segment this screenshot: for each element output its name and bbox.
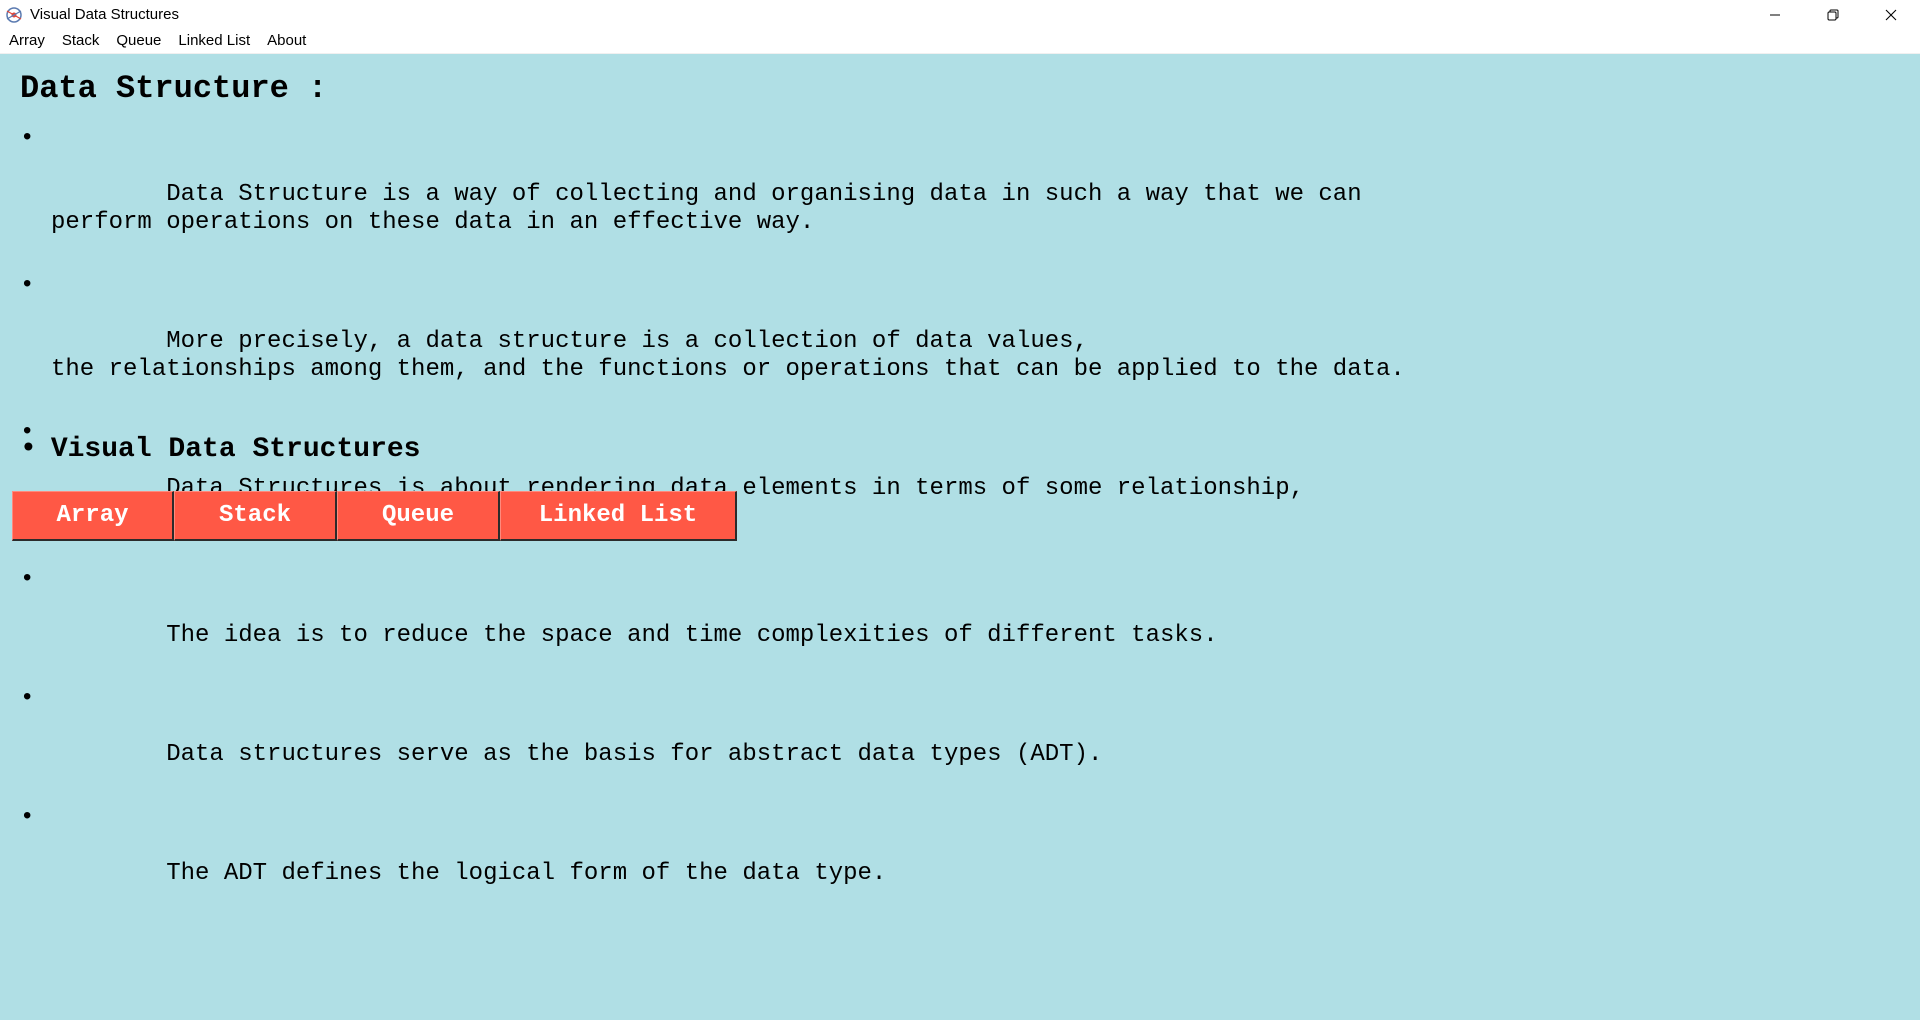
menu-stack[interactable]: Stack bbox=[53, 29, 108, 53]
restore-button[interactable] bbox=[1804, 0, 1862, 29]
menu-array[interactable]: Array bbox=[0, 29, 53, 53]
list-item: • Data structures serve as the basis for… bbox=[20, 685, 1405, 797]
menu-about[interactable]: About bbox=[258, 29, 314, 53]
close-button[interactable] bbox=[1862, 0, 1920, 29]
array-button[interactable]: Array bbox=[12, 491, 174, 541]
bullet-icon: • bbox=[20, 804, 35, 831]
bullet-icon: • bbox=[20, 125, 35, 152]
title-bar[interactable]: Visual Data Structures bbox=[0, 0, 1920, 29]
list-item-text: Data Structure is a way of collecting an… bbox=[51, 181, 1362, 236]
app-logo-icon bbox=[3, 4, 25, 26]
list-item: • The ADT defines the logical form of th… bbox=[20, 804, 1405, 916]
section-heading: • Visual Data Structures bbox=[20, 434, 420, 465]
bullet-icon: • bbox=[20, 434, 37, 465]
queue-button[interactable]: Queue bbox=[337, 491, 500, 541]
menu-queue[interactable]: Queue bbox=[107, 29, 169, 53]
close-icon bbox=[1885, 9, 1897, 20]
list-item-text: The ADT defines the logical form of the … bbox=[166, 860, 887, 887]
menu-bar: Array Stack Queue Linked List About bbox=[0, 29, 1920, 54]
list-item-text: More precisely, a data structure is a co… bbox=[51, 328, 1405, 383]
list-item: • The idea is to reduce the space and ti… bbox=[20, 566, 1405, 678]
restore-icon bbox=[1827, 9, 1839, 20]
stack-button[interactable]: Stack bbox=[174, 491, 337, 541]
minimize-button[interactable] bbox=[1746, 0, 1804, 29]
window-controls bbox=[1746, 0, 1920, 29]
app-window: Visual Data Structures Array Stack Queue… bbox=[0, 0, 1920, 1020]
main-content: Data Structure : • Data Structure is a w… bbox=[0, 54, 1920, 1020]
section-heading-text: Visual Data Structures bbox=[50, 434, 421, 465]
list-item: • More precisely, a data structure is a … bbox=[20, 272, 1405, 412]
linked-list-button[interactable]: Linked List bbox=[500, 491, 737, 541]
page-title: Data Structure : bbox=[20, 70, 328, 107]
bullet-icon: • bbox=[20, 566, 35, 593]
menu-linked-list[interactable]: Linked List bbox=[169, 29, 258, 53]
bullet-icon: • bbox=[20, 685, 35, 712]
bullet-icon: • bbox=[20, 272, 35, 299]
list-item-text: Data structures serve as the basis for a… bbox=[166, 741, 1103, 768]
window-title: Visual Data Structures bbox=[30, 6, 179, 23]
data-structure-buttons: Array Stack Queue Linked List bbox=[12, 491, 737, 541]
minimize-icon bbox=[1770, 14, 1780, 15]
list-item: • Data Structure is a way of collecting … bbox=[20, 125, 1405, 265]
list-item-text: The idea is to reduce the space and time… bbox=[166, 622, 1218, 649]
